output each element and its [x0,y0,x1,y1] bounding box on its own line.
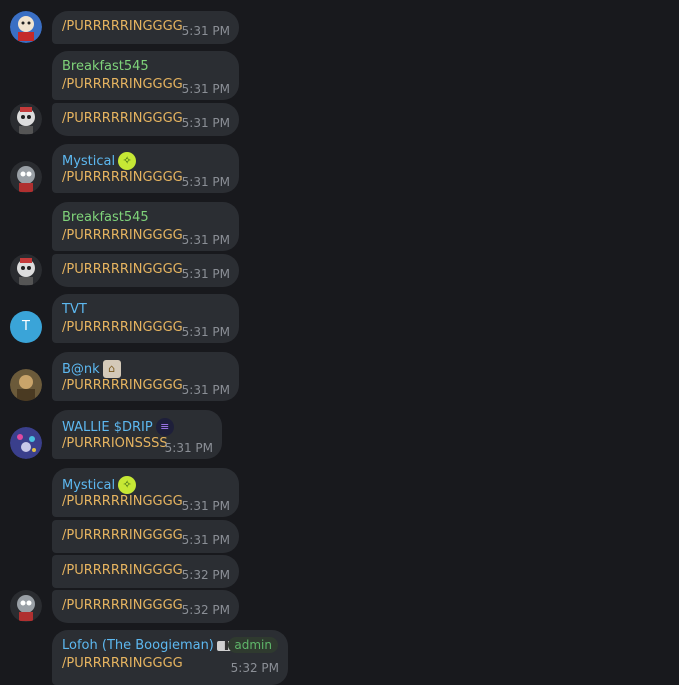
user-avatar[interactable] [10,161,42,193]
message-text: /PURRRRRINGGGG [62,77,183,92]
message-text: /PURRRRRINGGGG [62,228,183,243]
user-avatar[interactable] [10,11,42,43]
sender-name[interactable]: Breakfast545 [62,59,149,74]
message-text: /PURRRRRINGGGG [62,320,183,335]
message-time: 5:31 PM [181,116,230,130]
bank-building-icon: ⌂ [102,360,121,378]
user-avatar[interactable]: T [10,311,42,343]
sender-name[interactable]: WALLIE $DRIP ≡ [62,418,174,436]
message-time: 5:32 PM [181,603,230,617]
message-bubble[interactable]: B@nk ⌂ /PURRRRRINGGGG 5:31 PM [52,352,239,401]
sender-name[interactable]: Breakfast545 [62,210,149,225]
message-bubble[interactable]: Mystical ✧ /PURRRRRINGGGG 5:31 PM [52,144,239,193]
message-bubble[interactable]: /PURRRRRINGGGG 5:31 PM [52,254,239,287]
message-time: 5:31 PM [181,533,230,547]
message-text: /PURRRRRINGGGG [62,656,183,671]
message-bubble[interactable]: Breakfast545 /PURRRRRINGGGG 5:31 PM [52,51,239,100]
sender-name-text: B@nk [62,361,100,377]
message-bubble[interactable]: /PURRRRRINGGGG 5:31 PM [52,11,239,44]
message-time: 5:31 PM [164,441,213,455]
message-time: 5:32 PM [230,661,279,675]
message-bubble[interactable]: /PURRRRRINGGGG 5:32 PM [52,555,239,588]
message-text: /PURRRRRINGGGG [62,170,183,185]
message-text: /PURRRRRINGGGG [62,528,183,543]
message-time: 5:31 PM [181,325,230,339]
chat-history[interactable]: /PURRRRRINGGGG 5:31 PM Breakfast545 /PUR… [0,0,679,685]
purple-stack-coin-icon: ≡ [155,418,174,436]
message-bubble[interactable]: /PURRRRRINGGGG 5:31 PM [52,103,239,136]
sender-name-text: Breakfast545 [62,210,149,225]
message-time: 5:31 PM [181,267,230,281]
message-time: 5:32 PM [181,568,230,582]
sender-name-text: Mystical [62,477,116,493]
sender-name[interactable]: Mystical ✧ [62,476,137,494]
sender-name[interactable]: Mystical ✧ [62,152,137,170]
message-bubble[interactable]: WALLIE $DRIP ≡ /PURRRIONSSSS 5:31 PM [52,410,222,459]
message-text: /PURRRRRINGGGG [62,111,183,126]
message-bubble[interactable]: Breakfast545 /PURRRRRINGGGG 5:31 PM [52,202,239,251]
message-time: 5:31 PM [181,233,230,247]
message-text: /PURRRRRINGGGG [62,19,183,34]
sender-name-text: WALLIE $DRIP [62,419,153,435]
message-bubble[interactable]: Mystical ✧ /PURRRRRINGGGG 5:31 PM [52,468,239,517]
message-time: 5:31 PM [181,24,230,38]
user-avatar[interactable] [10,254,42,286]
user-avatar[interactable] [10,103,42,135]
message-bubble[interactable]: /PURRRRRINGGGG 5:32 PM [52,590,239,623]
message-bubble[interactable]: /PURRRRRINGGGG 5:31 PM [52,520,239,553]
sender-name[interactable]: TVT [62,302,87,317]
message-bubble[interactable]: TVT /PURRRRRINGGGG 5:31 PM [52,294,239,343]
green-leaf-badge-icon: ✧ [118,152,137,170]
message-bubble[interactable]: Lofoh (The Boogieman) ▐ admin /PURRRRRIN… [52,630,288,685]
message-text: /PURRRIONSSSS [62,436,168,451]
message-text: /PURRRRRINGGGG [62,494,183,509]
message-text: /PURRRRRINGGGG [62,378,183,393]
user-avatar[interactable] [10,427,42,459]
message-time: 5:31 PM [181,175,230,189]
sender-name-text: TVT [62,302,87,317]
green-leaf-badge-icon: ✧ [118,476,137,494]
message-time: 5:31 PM [181,82,230,96]
admin-badge: admin [228,637,278,653]
message-text: /PURRRRRINGGGG [62,598,183,613]
user-avatar[interactable] [10,590,42,622]
sender-name[interactable]: B@nk ⌂ [62,360,121,378]
message-text: /PURRRRRINGGGG [62,563,183,578]
user-avatar[interactable] [10,369,42,401]
sender-name[interactable]: Lofoh (The Boogieman) ▐ [62,638,233,653]
message-time: 5:31 PM [181,383,230,397]
sender-name-text: Breakfast545 [62,59,149,74]
sender-name-text: Mystical [62,153,116,169]
message-time: 5:31 PM [181,499,230,513]
sender-name-text: Lofoh (The Boogieman) [62,638,214,653]
avatar-initial: T [22,319,30,334]
message-text: /PURRRRRINGGGG [62,262,183,277]
